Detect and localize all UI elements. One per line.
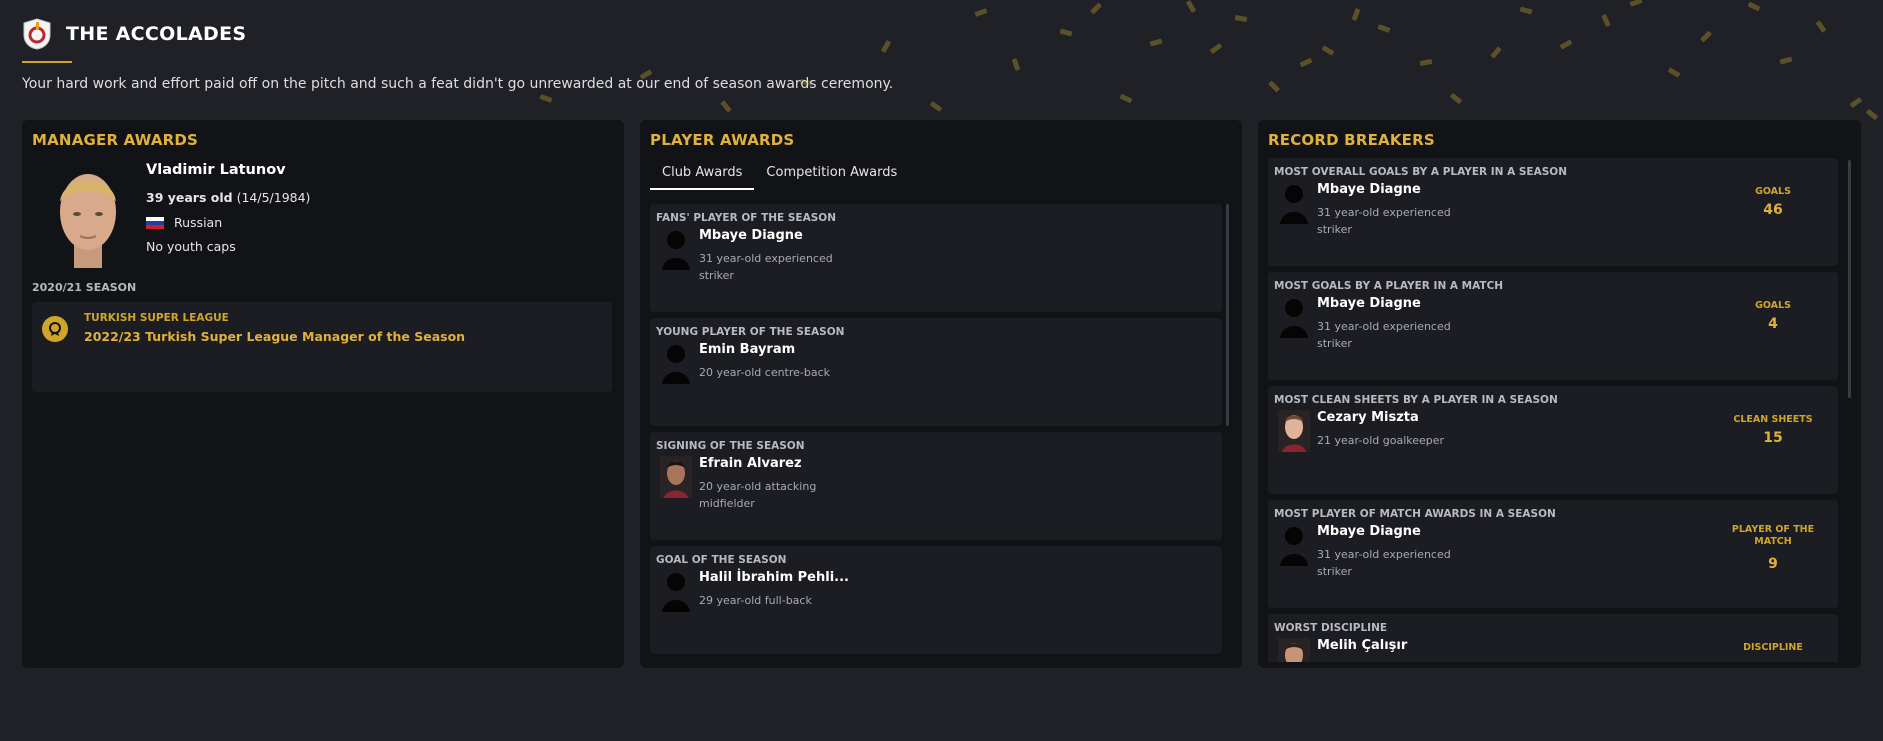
record-category: WORST DISCIPLINE [1274,622,1388,634]
season-label: 2020/21 SEASON [32,281,137,294]
stat-label: DISCIPLINE [1743,642,1803,653]
stat-label: CLEAN SHEETS [1733,414,1813,425]
record-category: MOST CLEAN SHEETS BY A PLAYER IN A SEASO… [1274,394,1558,406]
player-description: 29 year-old full-back [699,594,812,607]
list-item[interactable]: MOST CLEAN SHEETS BY A PLAYER IN A SEASO… [1268,386,1838,494]
award-category: GOAL OF THE SEASON [656,554,787,566]
player-silhouette-icon [1280,185,1308,224]
player-silhouette-icon [662,345,690,384]
award-tabs: Club Awards Competition Awards [650,162,909,190]
player-name[interactable]: Mbaye Diagne [1317,296,1421,311]
list-item[interactable]: MOST GOALS BY A PLAYER IN A MATCH Mbaye … [1268,272,1838,380]
player-description: 31 year-old experienced striker [1317,206,1451,236]
award-medal-icon [42,316,68,342]
player-awards-list: FANS' PLAYER OF THE SEASON Mbaye Diagne … [650,204,1226,662]
player-name[interactable]: Efrain Alvarez [699,456,802,471]
stat-label: GOALS [1755,300,1791,311]
list-item[interactable]: WORST DISCIPLINE Melih Çalışır DISCIPLIN… [1268,614,1838,662]
stat-value: 9 [1768,556,1778,572]
scrollbar[interactable] [1226,204,1229,426]
page-header: THE ACCOLADES [22,18,246,50]
list-item[interactable]: FANS' PLAYER OF THE SEASON Mbaye Diagne … [650,204,1222,312]
award-category: YOUNG PLAYER OF THE SEASON [656,326,845,338]
player-name[interactable]: Mbaye Diagne [1317,524,1421,539]
player-description: 31 year-old experienced striker [1317,548,1451,578]
stat-label: GOALS [1755,186,1791,197]
record-category: MOST PLAYER OF MATCH AWARDS IN A SEASON [1274,508,1556,520]
nationality-label: Russian [174,215,223,230]
record-category: MOST OVERALL GOALS BY A PLAYER IN A SEAS… [1274,166,1568,178]
panel-title: PLAYER AWARDS [650,131,795,149]
record-breakers-list: MOST OVERALL GOALS BY A PLAYER IN A SEAS… [1268,158,1846,662]
panel-title: RECORD BREAKERS [1268,131,1435,149]
list-item[interactable]: SIGNING OF THE SEASON Efrain Alvarez 20 … [650,432,1222,540]
player-photo [660,456,692,498]
manager-name[interactable]: Vladimir Latunov [146,162,286,178]
player-name[interactable]: Mbaye Diagne [699,228,803,243]
tab-club-awards[interactable]: Club Awards [650,162,755,190]
player-description: 20 year-old centre-back [699,366,831,379]
stat-label: PLAYER OF THE MATCH [1731,524,1815,547]
player-description: 31 year-old experienced striker [699,252,833,282]
award-category: SIGNING OF THE SEASON [656,440,805,452]
manager-age: 39 years old (14/5/1984) [146,190,311,205]
list-item[interactable]: GOAL OF THE SEASON Halil İbrahim Pehli..… [650,546,1222,654]
player-name[interactable]: Mbaye Diagne [1317,182,1421,197]
title-underline [22,61,72,63]
club-crest-icon [23,18,51,50]
panel-title: MANAGER AWARDS [32,131,199,149]
player-name[interactable]: Emin Bayram [699,342,795,357]
record-category: MOST GOALS BY A PLAYER IN A MATCH [1274,280,1504,292]
player-photo [1278,638,1310,662]
confetti-decoration [0,0,1883,121]
stat-value: 4 [1768,316,1778,332]
award-category: FANS' PLAYER OF THE SEASON [656,212,837,224]
player-silhouette-icon [1280,527,1308,566]
youth-caps: No youth caps [146,239,236,254]
player-description: 21 year-old goalkeeper [1317,434,1445,447]
player-awards-panel: PLAYER AWARDS Club Awards Competition Aw… [640,120,1242,668]
player-silhouette-icon [662,573,690,612]
manager-photo[interactable] [52,164,124,268]
page-title: THE ACCOLADES [66,23,247,45]
list-item[interactable]: MOST PLAYER OF MATCH AWARDS IN A SEASON … [1268,500,1838,608]
player-name[interactable]: Melih Çalışır [1317,638,1407,653]
list-item[interactable]: MOST OVERALL GOALS BY A PLAYER IN A SEAS… [1268,158,1838,266]
scrollbar[interactable] [1848,160,1851,398]
list-item[interactable]: YOUNG PLAYER OF THE SEASON Emin Bayram 2… [650,318,1222,426]
player-name[interactable]: Cezary Miszta [1317,410,1419,425]
russia-flag-icon [146,216,164,229]
stat-value: 15 [1763,430,1783,446]
award-name[interactable]: 2022/23 Turkish Super League Manager of … [84,329,465,344]
manager-nationality: Russian [146,215,222,230]
player-description: 31 year-old experienced striker [1317,320,1451,350]
tab-competition-awards[interactable]: Competition Awards [754,162,909,190]
award-competition: TURKISH SUPER LEAGUE [84,312,229,324]
player-name[interactable]: Halil İbrahim Pehli... [699,570,849,585]
manager-awards-panel: MANAGER AWARDS Vladimir Latunov 39 years… [22,120,624,668]
stat-value: 46 [1763,202,1783,218]
record-breakers-panel: RECORD BREAKERS MOST OVERALL GOALS BY A … [1258,120,1861,668]
player-silhouette-icon [662,231,690,270]
manager-award-card[interactable]: TURKISH SUPER LEAGUE 2022/23 Turkish Sup… [32,302,612,392]
intro-text: Your hard work and effort paid off on th… [22,76,894,92]
player-description: 20 year-old attacking midfielder [699,480,817,510]
player-silhouette-icon [1280,299,1308,338]
player-photo [1278,410,1310,452]
